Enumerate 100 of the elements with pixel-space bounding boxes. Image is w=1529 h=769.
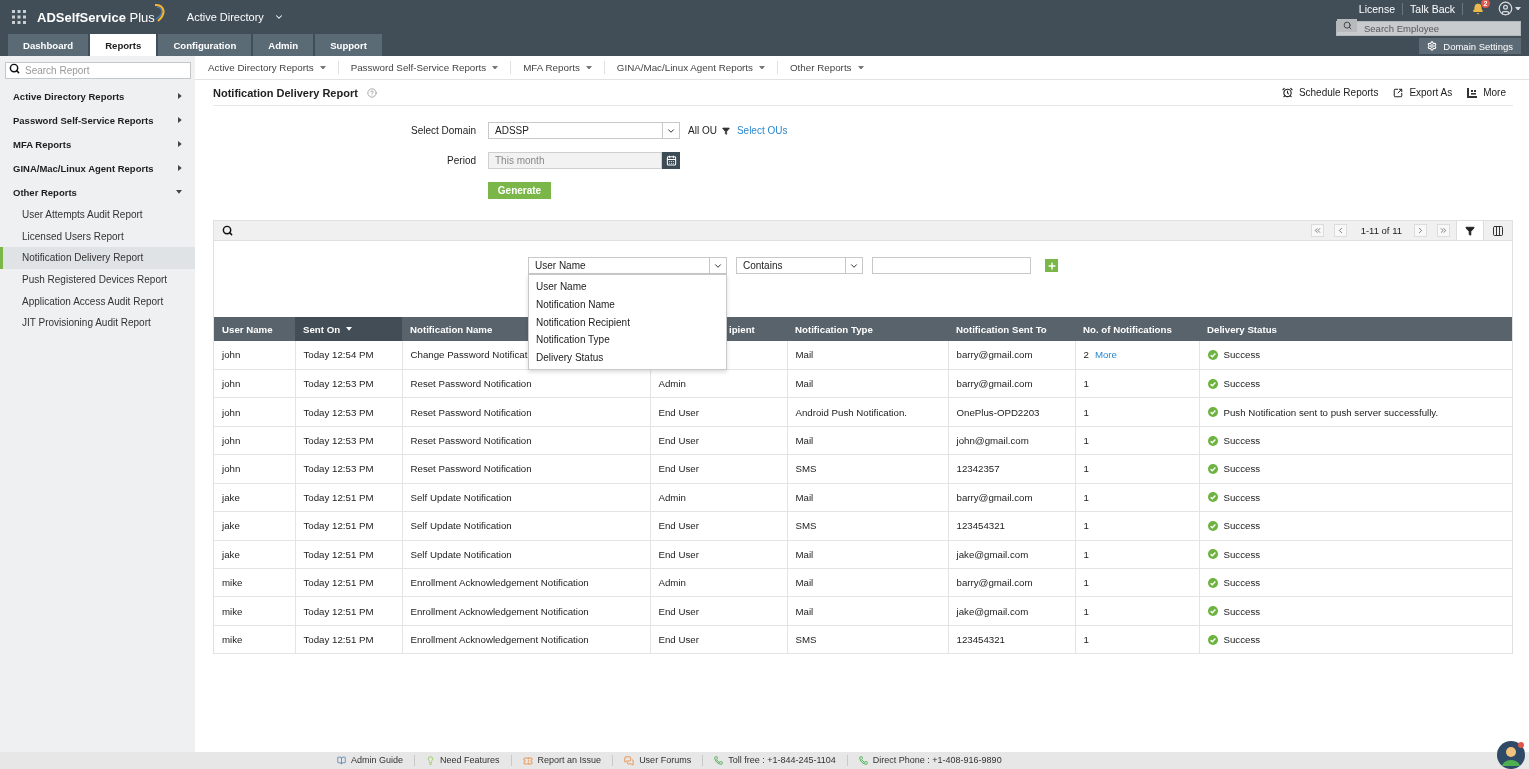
column-header[interactable]: ipient: [729, 323, 755, 335]
success-icon: [1207, 520, 1218, 531]
success-icon: [1207, 463, 1218, 474]
report-menu-item[interactable]: Active Directory Reports: [196, 61, 338, 74]
status-text: Push Notification sent to push server successfully.: [1223, 406, 1439, 418]
report-menu-item[interactable]: MFA Reports: [510, 61, 604, 74]
header-link[interactable]: Talk Back: [1403, 2, 1463, 15]
search-icon: [9, 63, 20, 74]
table-cell: Mail: [787, 341, 948, 370]
report-menu-item[interactable]: Other Reports: [776, 61, 876, 74]
sidebar-category[interactable]: Password Self-Service Reports: [0, 108, 195, 132]
nav-tab[interactable]: Support: [315, 34, 382, 56]
footer-link[interactable]: User Forums: [612, 755, 703, 766]
table-cell: SMS: [787, 625, 948, 654]
sort-caret-icon: [346, 327, 353, 331]
sidebar-category[interactable]: Other Reports: [0, 180, 195, 204]
report-search-field[interactable]: Search Report: [5, 62, 191, 79]
alarm-clock-icon: [1281, 87, 1293, 98]
dropdown-option[interactable]: Notification Type: [529, 331, 726, 349]
nav-tab[interactable]: Dashboard: [8, 34, 89, 56]
domain-settings-button[interactable]: Domain Settings: [1419, 38, 1521, 54]
report-action-link[interactable]: Schedule Reports: [1281, 87, 1379, 98]
report-action-link[interactable]: Export As: [1393, 87, 1453, 98]
module-selector[interactable]: Active Directory: [186, 9, 284, 25]
table-cell: 1: [1075, 568, 1199, 597]
table-cell: Self Update Notification: [402, 540, 650, 569]
table-cell: End User: [650, 625, 787, 654]
phone-icon: [714, 756, 724, 765]
select-ous-link[interactable]: Select OUs: [736, 125, 788, 136]
status-text: Success: [1223, 491, 1261, 503]
sidebar-item[interactable]: Notification Delivery Report: [0, 247, 195, 269]
table-cell: End User: [650, 454, 787, 484]
column-header[interactable]: Sent On: [295, 317, 402, 341]
operator-select[interactable]: Contains: [736, 257, 863, 274]
calendar-button[interactable]: [662, 152, 680, 169]
table-cell: Enrollment Acknowledgement Notification: [402, 568, 650, 597]
success-icon: [1207, 407, 1218, 418]
table-cell: 1: [1075, 625, 1199, 654]
search-icon[interactable]: [222, 225, 233, 236]
bell-icon[interactable]: [1472, 2, 1484, 15]
column-title: Sent On: [303, 323, 341, 335]
sidebar-item[interactable]: Application Access Audit Report: [0, 290, 195, 312]
gear-icon: [1427, 41, 1438, 51]
employee-search-field[interactable]: Search Employee: [1336, 21, 1521, 36]
filter-value-field[interactable]: [872, 257, 1031, 274]
column-header[interactable]: User Name: [214, 317, 295, 341]
table-cell: SMS: [787, 511, 948, 541]
footer-link[interactable]: Report an Issue: [510, 755, 613, 766]
chat-bot-icon[interactable]: [1497, 741, 1525, 769]
category-label: GINA/Mac/Linux Agent Reports: [13, 162, 154, 174]
table-cell: SMS: [787, 454, 948, 484]
report-action-link[interactable]: More: [1467, 87, 1506, 98]
sidebar-item[interactable]: Push Registered Devices Report: [0, 268, 195, 291]
next-page-button[interactable]: [1414, 224, 1427, 237]
book-icon: [337, 756, 346, 765]
table-cell: barry@gmail.com: [948, 369, 1075, 398]
filter-field-select[interactable]: User Name: [528, 257, 727, 274]
column-header[interactable]: Delivery Status: [1199, 317, 1512, 341]
sidebar-item[interactable]: User Attempts Audit Report: [0, 204, 195, 226]
table-cell: End User: [650, 511, 787, 541]
table-cell: Mail: [787, 369, 948, 398]
sidebar-category[interactable]: MFA Reports: [0, 132, 195, 156]
previous-page-button[interactable]: [1333, 224, 1347, 237]
footer-link[interactable]: Direct Phone : +1-408-916-9890: [846, 755, 1013, 766]
domain-select[interactable]: ADSSP: [488, 122, 680, 139]
footer-link[interactable]: Admin Guide: [337, 755, 415, 766]
product-name: ADSelfService Plus: [37, 9, 155, 25]
filter-toggle-button[interactable]: [1456, 221, 1484, 240]
nav-tab[interactable]: Reports: [90, 34, 157, 56]
table-cell: barry@gmail.com: [948, 341, 1075, 370]
status-text: Success: [1223, 577, 1261, 589]
apps-grid-icon[interactable]: [12, 10, 26, 24]
success-icon: [1207, 549, 1218, 560]
sidebar-category[interactable]: GINA/Mac/Linux Agent Reports: [0, 156, 195, 180]
more-link[interactable]: More: [1094, 349, 1117, 361]
status-text: Success: [1223, 435, 1261, 447]
nav-tab[interactable]: Admin: [253, 34, 314, 56]
footer-link[interactable]: Need Features: [414, 755, 511, 766]
column-header[interactable]: Notification Sent To: [948, 317, 1075, 341]
sidebar-item[interactable]: Licensed Users Report: [0, 225, 195, 248]
dropdown-option[interactable]: Notification Recipient: [529, 313, 726, 332]
column-header[interactable]: No. of Notifications: [1075, 317, 1199, 341]
column-header[interactable]: Notification Type: [787, 317, 948, 341]
category-label: Password Self-Service Reports: [13, 114, 154, 126]
table-cell: jake@gmail.com: [948, 596, 1075, 626]
header-link[interactable]: License: [1351, 2, 1404, 15]
table-cell: Mail: [787, 426, 948, 455]
dropdown-option[interactable]: User Name: [529, 278, 726, 296]
status-text: Success: [1223, 548, 1261, 560]
lightbulb-icon: [426, 756, 436, 765]
report-menu-item[interactable]: Password Self-Service Reports: [337, 61, 511, 74]
report-menu-item[interactable]: GINA/Mac/Linux Agent Reports: [603, 61, 777, 74]
sidebar-category[interactable]: Active Directory Reports: [0, 84, 195, 108]
table-cell: End User: [650, 596, 787, 626]
caret-icon: [1515, 6, 1521, 11]
user-menu-button[interactable]: [1498, 1, 1521, 16]
export-icon: [1393, 87, 1404, 98]
nav-tab[interactable]: Configuration: [158, 34, 252, 56]
sidebar-item[interactable]: JIT Provisioning Audit Report: [0, 311, 195, 334]
footer-link[interactable]: Toll free : +1-844-245-1104: [702, 755, 847, 766]
